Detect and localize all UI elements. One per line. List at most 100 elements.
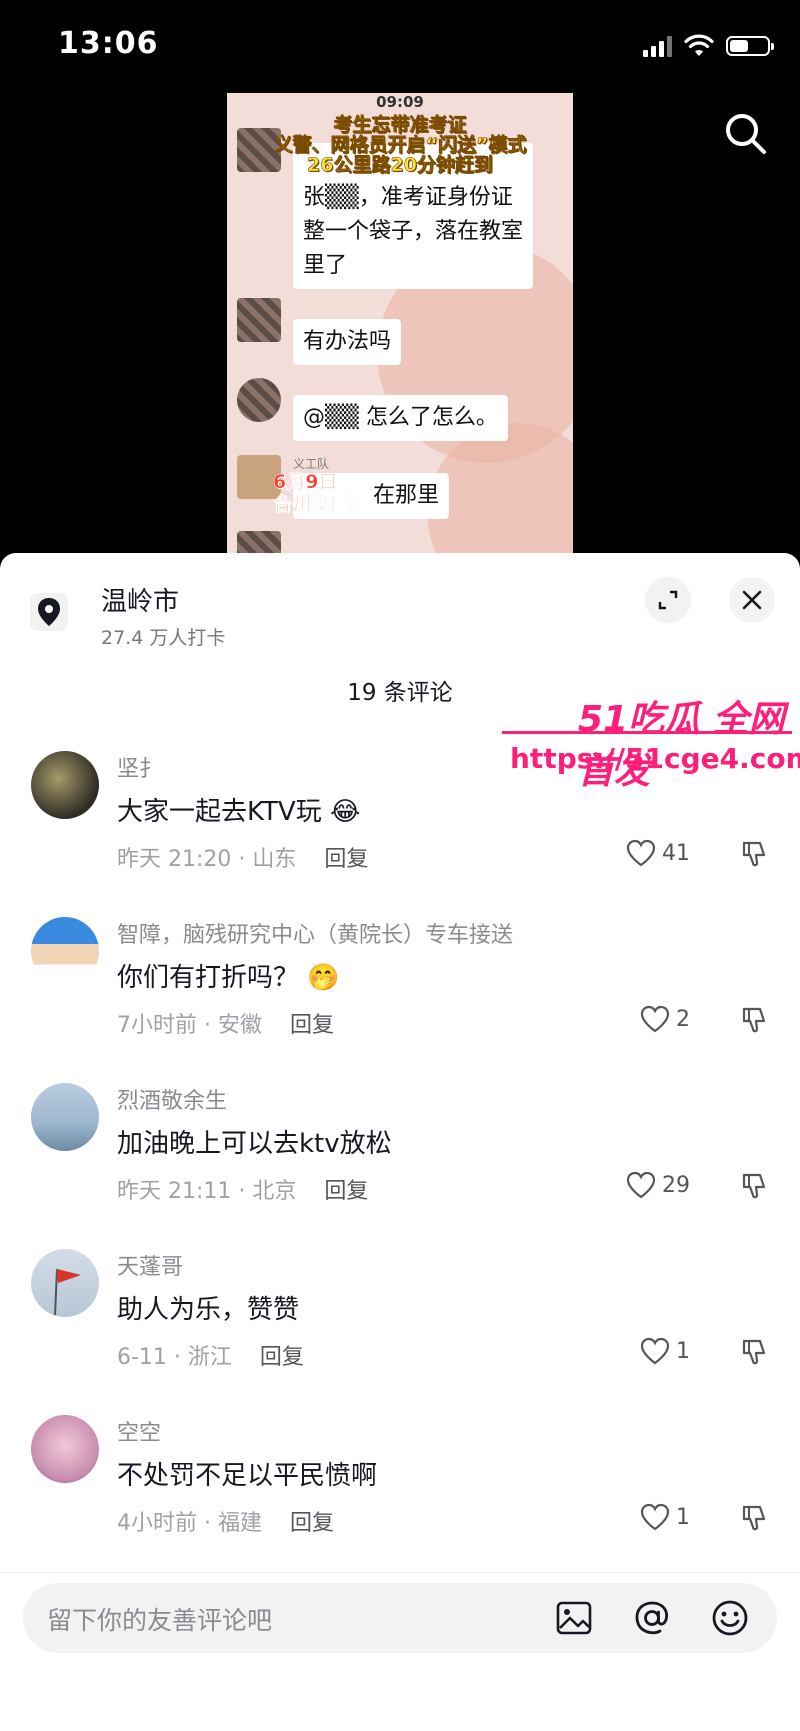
comment-text[interactable]: 大家一起去KTV玩 😂	[117, 791, 360, 828]
chat-bubble: @▒▒ 怎么了怎么。	[293, 395, 508, 441]
comment-item: 天蓬哥 助人为乐，赞赞 6-11 · 浙江 回复 1	[0, 1249, 800, 1409]
avatar[interactable]	[31, 1415, 99, 1483]
like-count: 2	[676, 1006, 690, 1032]
like-button[interactable]: 29	[626, 1171, 690, 1199]
comment-author[interactable]: 空空	[117, 1415, 161, 1447]
close-button[interactable]	[729, 577, 775, 623]
status-time: 13:06	[58, 26, 159, 61]
wifi-icon	[684, 34, 714, 56]
dislike-button[interactable]	[740, 1503, 770, 1537]
comment-input[interactable]: 留下你的友善评论吧	[47, 1601, 272, 1637]
emoji-button[interactable]	[709, 1597, 751, 1639]
location-checkins: 27.4 万人打卡	[101, 627, 226, 649]
status-bar: 13:06	[0, 0, 800, 90]
avatar[interactable]	[31, 1083, 99, 1151]
like-count: 1	[676, 1338, 690, 1364]
search-icon	[726, 114, 766, 154]
expand-icon	[658, 590, 678, 610]
watermark-line	[502, 731, 792, 734]
avatar[interactable]	[31, 751, 99, 819]
chat-text: 整一个袋子，落在教室	[303, 219, 524, 244]
thumbs-down-icon	[742, 1339, 766, 1365]
flag-icon	[54, 1268, 81, 1316]
heart-icon	[640, 1005, 670, 1033]
comment-time-location: 4小时前 · 福建	[117, 1511, 262, 1536]
headline-line: 考生忘带准考证	[333, 114, 467, 136]
divider	[0, 1572, 800, 1573]
comment-item: 空空 不处罚不足以平民愤啊 4小时前 · 福建 回复 1	[0, 1415, 800, 1575]
comment-text[interactable]: 助人为乐，赞赞	[117, 1289, 299, 1326]
like-button[interactable]: 1	[640, 1337, 690, 1365]
like-count: 41	[662, 840, 690, 866]
comment-author[interactable]: 天蓬哥	[117, 1249, 183, 1281]
location-pin-icon[interactable]	[30, 593, 68, 631]
comment-text[interactable]: 你们有打折吗？ 🤭	[117, 957, 340, 994]
chat-text: 里了	[303, 253, 348, 278]
dislike-button[interactable]	[740, 1337, 770, 1371]
close-icon	[742, 590, 762, 610]
comment-meta: 4小时前 · 福建 回复	[117, 1505, 334, 1537]
like-button[interactable]: 1	[640, 1503, 690, 1531]
comment-meta: 6-11 · 浙江 回复	[117, 1339, 304, 1371]
reply-button[interactable]: 回复	[290, 1511, 334, 1536]
comment-meta: 昨天 21:11 · 北京 回复	[117, 1173, 368, 1205]
dislike-button[interactable]	[740, 1171, 770, 1205]
comment-time-location: 昨天 21:11 · 北京	[117, 1179, 297, 1204]
dislike-button[interactable]	[740, 1005, 770, 1039]
comment-time-location: 昨天 21:20 · 山东	[117, 847, 297, 872]
image-button[interactable]	[553, 1597, 595, 1639]
cellular-signal-icon	[643, 35, 672, 57]
headline-line: 26公里路20分钟赶到	[307, 154, 493, 176]
comment-meta: 7小时前 · 安徽 回复	[117, 1007, 334, 1039]
comment-text[interactable]: 不处罚不足以平民愤啊	[117, 1455, 377, 1492]
chat-text: 有办法吗	[303, 329, 392, 354]
smiley-icon	[712, 1600, 748, 1636]
comment-input-bar[interactable]: 留下你的友善评论吧	[23, 1583, 777, 1653]
watermark-url: https://51cge4.com	[510, 742, 800, 775]
heart-icon	[626, 839, 656, 867]
overlay-place: 台州 温岭	[273, 493, 356, 516]
expand-button[interactable]	[645, 577, 691, 623]
comment-author[interactable]: 坚扌	[117, 751, 161, 783]
battery-icon	[726, 36, 774, 56]
chat-avatar	[237, 531, 281, 553]
video-player[interactable]: 09:09 张▒▒，准考证身份证 整一个袋子，落在教室 里了 有办法吗 @▒▒ …	[227, 93, 573, 553]
reply-button[interactable]: 回复	[324, 1179, 368, 1204]
image-icon	[556, 1601, 592, 1635]
avatar[interactable]	[31, 917, 99, 985]
heart-icon	[640, 1337, 670, 1365]
like-count: 29	[662, 1172, 690, 1198]
thumbs-down-icon	[742, 1173, 766, 1199]
search-button[interactable]	[722, 110, 770, 158]
reply-button[interactable]: 回复	[324, 847, 368, 872]
comment-item: 智障，脑残研究中心（黄院长）专车接送 你们有打折吗？ 🤭 7小时前 · 安徽 回复…	[0, 917, 800, 1077]
comment-item: 烈酒敬余生 加油晚上可以去ktv放松 昨天 21:11 · 北京 回复 29	[0, 1083, 800, 1243]
comment-text[interactable]: 加油晚上可以去ktv放松	[117, 1123, 392, 1160]
comment-author[interactable]: 智障，脑残研究中心（黄院长）专车接送	[117, 917, 513, 949]
comment-time-location: 6-11 · 浙江	[117, 1345, 232, 1370]
video-headline: 考生忘带准考证 义警、网格员开启“闪送”模式 26公里路20分钟赶到	[227, 114, 573, 176]
comment-author[interactable]: 烈酒敬余生	[117, 1083, 227, 1115]
like-button[interactable]: 41	[626, 839, 690, 867]
video-clock: 09:09	[376, 93, 424, 111]
reply-button[interactable]: 回复	[290, 1013, 334, 1038]
headline-line: 义警、网格员开启“闪送”模式	[273, 134, 527, 156]
chat-avatar	[237, 378, 281, 422]
chat-sender-name: 义工队	[293, 457, 330, 471]
reply-button[interactable]: 回复	[260, 1345, 304, 1370]
overlay-date: 6月9日	[273, 471, 338, 494]
avatar[interactable]	[31, 1249, 99, 1317]
chat-text: @▒▒ 怎么了怎么。	[303, 405, 498, 430]
thumbs-down-icon	[742, 1007, 766, 1033]
chat-bubble: 有办法吗	[293, 319, 402, 365]
comment-meta: 昨天 21:20 · 山东 回复	[117, 841, 368, 873]
chat-text: 在那里	[373, 483, 440, 508]
mention-button[interactable]	[631, 1597, 673, 1639]
like-button[interactable]: 2	[640, 1005, 690, 1033]
heart-icon	[640, 1503, 670, 1531]
location-name[interactable]: 温岭市	[101, 581, 179, 618]
dislike-button[interactable]	[740, 839, 770, 873]
at-sign-icon	[635, 1601, 669, 1635]
chat-avatar	[237, 298, 281, 342]
comment-time-location: 7小时前 · 安徽	[117, 1013, 262, 1038]
